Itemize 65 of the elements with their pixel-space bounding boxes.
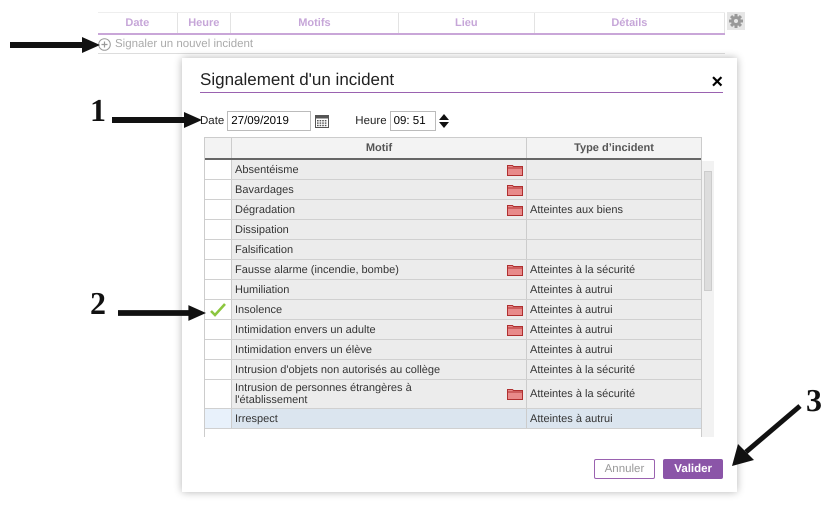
table-row[interactable]: Absentéisme — [205, 160, 701, 180]
validate-button[interactable]: Valider — [663, 459, 723, 479]
date-label: Date — [200, 115, 224, 127]
table-row[interactable]: Insolence Atteintes à autrui — [205, 300, 701, 320]
table-cell-text: Dégradation — [235, 202, 295, 218]
table-row[interactable]: Intrusion d'objets non autorisés au collège Atteintes à la sécurité — [205, 360, 701, 380]
time-field[interactable]: 09: 51 — [390, 111, 436, 131]
table-cell: Atteintes à la sécurité — [530, 388, 636, 400]
table-row[interactable]: Falsification — [205, 240, 701, 260]
dialog-title: Signalement d'un incident — [200, 70, 394, 90]
table-cell: Atteintes à autrui — [530, 284, 613, 296]
table-row[interactable]: Irrespect Atteintes à autrui — [205, 409, 701, 429]
table-row[interactable]: Dissipation — [205, 220, 701, 240]
check-icon — [210, 302, 226, 316]
table-cell-text: Absentéisme — [235, 162, 299, 178]
table-row[interactable]: Dégradation Atteintes aux biens — [205, 200, 701, 220]
checkbox[interactable] — [205, 300, 232, 319]
step-number: 1 — [90, 92, 106, 129]
checkbox[interactable] — [205, 320, 232, 339]
column-header[interactable]: Motif — [232, 138, 527, 158]
step-number: 3 — [806, 382, 821, 419]
table-row[interactable]: Intimidation envers un adulte Atteintes à autrui — [205, 320, 701, 340]
table-row[interactable]: Fausse alarme (incendie, bombe) Atteintes à la sécurité — [205, 260, 701, 280]
add-icon — [98, 38, 111, 50]
table-cell-text: Falsification — [235, 242, 294, 258]
table-cell-text: Humiliation — [235, 282, 290, 298]
table-cell: Atteintes à la sécurité — [530, 264, 636, 276]
table-row[interactable]: Bavardages — [205, 180, 701, 200]
checkbox[interactable] — [205, 360, 232, 379]
close-button[interactable]: × — [711, 74, 723, 90]
table-cell: Atteintes à autrui — [530, 412, 613, 424]
table-cell: Atteintes aux biens — [530, 204, 623, 216]
checkbox[interactable] — [205, 380, 232, 408]
step-number: 2 — [90, 285, 106, 322]
table-row[interactable]: Humiliation Atteintes à autrui — [205, 280, 701, 300]
table-cell: Atteintes à autrui — [530, 344, 613, 356]
column-header[interactable]: Type d’incident — [527, 138, 701, 158]
table-cell: Atteintes à autrui — [530, 324, 613, 336]
table-cell-text: Bavardages — [235, 182, 294, 198]
table-row[interactable]: Intimidation envers un élève Atteintes à autrui — [205, 340, 701, 360]
checkbox[interactable] — [205, 160, 232, 179]
table-cell-text: Intimidation envers un élève — [235, 342, 372, 358]
time-label: Heure — [355, 115, 387, 127]
table-cell: Atteintes à autrui — [530, 304, 613, 316]
checkbox[interactable] — [205, 280, 232, 299]
table-cell-text: Insolence — [235, 302, 282, 318]
scrollbar[interactable] — [702, 161, 714, 437]
checkbox[interactable] — [205, 240, 232, 259]
checkbox[interactable] — [205, 200, 232, 219]
table-cell-text: Irrespect — [235, 412, 278, 426]
checkbox[interactable] — [205, 260, 232, 279]
table-cell-text: Fausse alarme (incendie, bombe) — [235, 262, 399, 278]
settings-icon[interactable] — [727, 12, 745, 30]
date-field[interactable]: 27/09/2019 — [227, 111, 312, 131]
table-cell-text: Intrusion de personnes étrangères à l'établissement — [235, 381, 413, 408]
checkbox[interactable] — [205, 220, 232, 239]
table-row[interactable]: Intrusion de personnes étrangères à l'établissement Atteintes à la sécurité — [205, 380, 701, 409]
calendar-icon[interactable] — [315, 114, 330, 128]
table-cell: Atteintes à la sécurité — [530, 364, 636, 376]
checkbox[interactable] — [205, 180, 232, 199]
checkbox[interactable] — [205, 409, 232, 428]
table-cell-text: Intimidation envers un adulte — [235, 322, 376, 338]
checkbox[interactable] — [205, 340, 232, 359]
table-cell-text: Dissipation — [235, 222, 289, 238]
table-cell-text: Intrusion d'objets non autorisés au collège — [235, 362, 440, 378]
